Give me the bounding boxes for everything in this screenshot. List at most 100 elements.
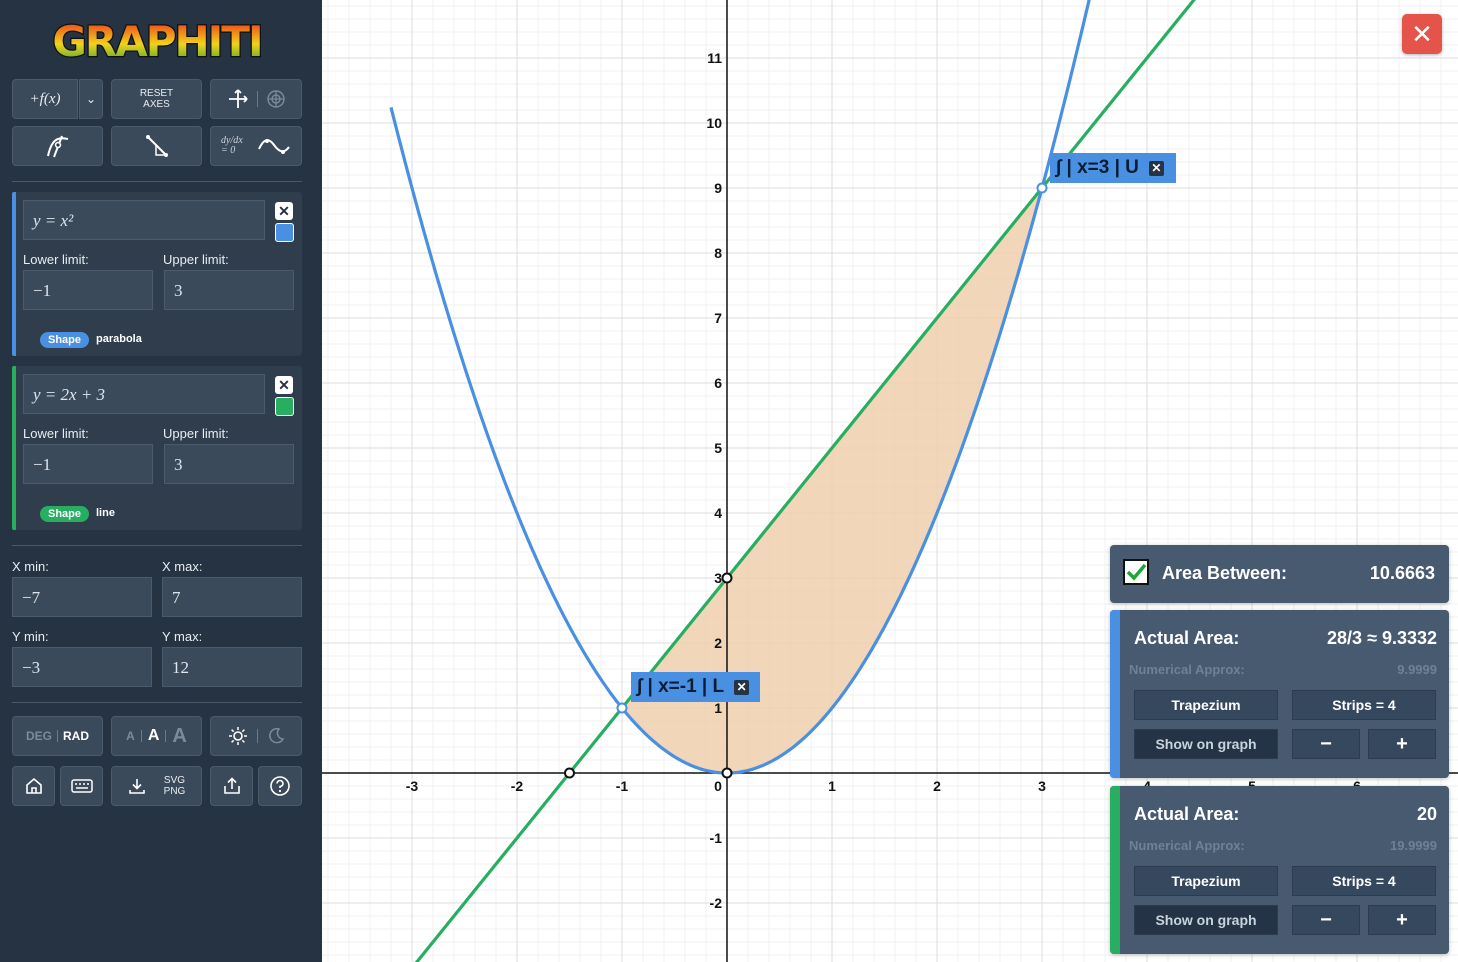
y-max-input[interactable]: 12: [162, 647, 302, 687]
font-small-option[interactable]: A: [126, 729, 135, 743]
separator: [12, 702, 302, 703]
lower-limit-graph-label[interactable]: ∫ | x=-1 | L ✕: [631, 672, 760, 702]
angle-mode-toggle[interactable]: DEG RAD: [12, 716, 103, 756]
show-on-graph-button[interactable]: Show on graph: [1134, 905, 1278, 935]
increase-strips-button[interactable]: +: [1368, 905, 1436, 935]
color-picker-swatch[interactable]: [275, 397, 294, 416]
reset-axes-button[interactable]: RESET AXES: [111, 79, 202, 119]
color-picker-swatch[interactable]: [275, 223, 294, 242]
stationary-curve-icon: [258, 139, 290, 154]
font-size-controls: A A A: [111, 716, 202, 756]
close-icon[interactable]: ✕: [1148, 160, 1164, 176]
show-on-graph-button[interactable]: Show on graph: [1134, 729, 1278, 759]
y-tick-label: 11: [707, 50, 722, 66]
keyboard-button[interactable]: [60, 766, 103, 806]
stationary-label: dy/dx = 0: [221, 135, 243, 156]
y-tick-label: 5: [714, 440, 722, 456]
move-axes-icon[interactable]: [227, 88, 249, 110]
stationary-points-button[interactable]: dy/dx = 0: [210, 126, 302, 166]
deg-option[interactable]: DEG: [26, 729, 52, 743]
shape-value: parabola: [96, 333, 142, 345]
font-large-option[interactable]: A: [172, 725, 186, 748]
key-point[interactable]: [721, 767, 733, 779]
font-medium-option[interactable]: A: [148, 727, 160, 745]
gradient-tool-button[interactable]: [111, 126, 202, 166]
theme-controls: [210, 716, 302, 756]
equation-input[interactable]: y = 2x + 3: [23, 374, 265, 414]
x-tick-label: 3: [1038, 778, 1046, 794]
x-max-input[interactable]: 7: [162, 577, 302, 617]
equation-input[interactable]: y = x²: [23, 200, 265, 240]
export-png-label: PNG: [163, 786, 186, 797]
key-point[interactable]: [1036, 182, 1048, 194]
intersection-tool-button[interactable]: [12, 126, 103, 166]
actual-area-value: 28/3 ≈ 9.3332: [1327, 628, 1437, 648]
x-min-input[interactable]: −7: [12, 577, 152, 617]
decrease-strips-button[interactable]: −: [1292, 905, 1360, 935]
actual-area-label: Actual Area:: [1134, 804, 1240, 824]
x-min-label: X min:: [12, 559, 49, 574]
upper-limit-graph-label[interactable]: ∫ | x=3 | U ✕: [1050, 153, 1176, 183]
x-tick-label: -2: [511, 778, 524, 794]
shape-value: line: [96, 507, 115, 519]
close-icon[interactable]: ✕: [275, 376, 293, 394]
share-button[interactable]: [210, 766, 253, 806]
share-icon: [223, 777, 240, 794]
polar-grid-icon[interactable]: [266, 89, 286, 109]
strips-button[interactable]: Strips = 4: [1292, 866, 1436, 896]
area-panel: Actual Area: 28/3 ≈ 9.3332 Numerical App…: [1110, 610, 1449, 778]
key-point[interactable]: [721, 572, 733, 584]
lower-limit-input[interactable]: −1: [23, 270, 153, 310]
y-tick-label: 2: [714, 635, 722, 651]
method-button[interactable]: Trapezium: [1134, 866, 1278, 896]
close-icon[interactable]: ✕: [275, 202, 293, 220]
chevron-down-icon: ⌄: [85, 92, 97, 106]
increase-strips-button[interactable]: +: [1368, 729, 1436, 759]
curve-intersection-icon: [46, 135, 68, 158]
function-type-dropdown[interactable]: ⌄: [79, 79, 103, 119]
add-function-button[interactable]: +f(x): [12, 79, 78, 119]
help-button[interactable]: [258, 766, 302, 806]
key-point[interactable]: [564, 767, 575, 779]
rad-option[interactable]: RAD: [63, 729, 89, 743]
upper-limit-tag: ∫ | x=3 | U: [1056, 157, 1139, 178]
decrease-strips-button[interactable]: −: [1292, 729, 1360, 759]
close-icon[interactable]: ✕: [734, 679, 750, 695]
upper-limit-input[interactable]: 3: [164, 270, 294, 310]
close-results-button[interactable]: ✕: [1402, 14, 1442, 54]
y-min-input[interactable]: −3: [12, 647, 152, 687]
export-svg-label: SVG: [163, 775, 186, 786]
function-card: y = x² ✕ Lower limit: Upper limit: −1 3 …: [12, 192, 302, 356]
function-color-stripe: [12, 366, 16, 530]
close-icon: ✕: [1411, 18, 1433, 49]
x-max-label: X max:: [162, 559, 203, 574]
y-tick-label: 1: [714, 700, 722, 716]
area-between-label: Area Between:: [1162, 563, 1288, 583]
actual-area-label: Actual Area:: [1134, 628, 1240, 648]
moon-icon[interactable]: [267, 727, 285, 745]
lower-limit-tag: ∫ | x=-1 | L: [637, 676, 725, 697]
key-point[interactable]: [616, 702, 628, 714]
gradient-icon: [145, 135, 168, 157]
strips-button[interactable]: Strips = 4: [1292, 690, 1436, 720]
y-min-label: Y min:: [12, 629, 49, 644]
export-button[interactable]: SVG PNG: [111, 766, 202, 806]
function-color-stripe: [12, 192, 16, 356]
checkmark-icon: [1126, 563, 1147, 581]
lower-limit-input[interactable]: −1: [23, 444, 153, 484]
keyboard-icon: [70, 779, 93, 793]
upper-limit-label: Upper limit:: [163, 252, 229, 267]
upper-limit-input[interactable]: 3: [164, 444, 294, 484]
home-icon: [25, 777, 42, 794]
home-button[interactable]: [12, 766, 55, 806]
numerical-approx-label: Numerical Approx:: [1129, 838, 1245, 853]
y-tick-label: 9: [714, 180, 722, 196]
actual-area-value: 20: [1416, 804, 1437, 824]
line-curve[interactable]: [391, 0, 1210, 962]
area-between-checkbox[interactable]: [1123, 559, 1149, 585]
sun-icon[interactable]: [228, 726, 248, 746]
x-tick-label: 2: [933, 778, 941, 794]
x-tick-label: 1: [828, 778, 836, 794]
method-button[interactable]: Trapezium: [1134, 690, 1278, 720]
shape-badge: Shape: [40, 506, 90, 522]
